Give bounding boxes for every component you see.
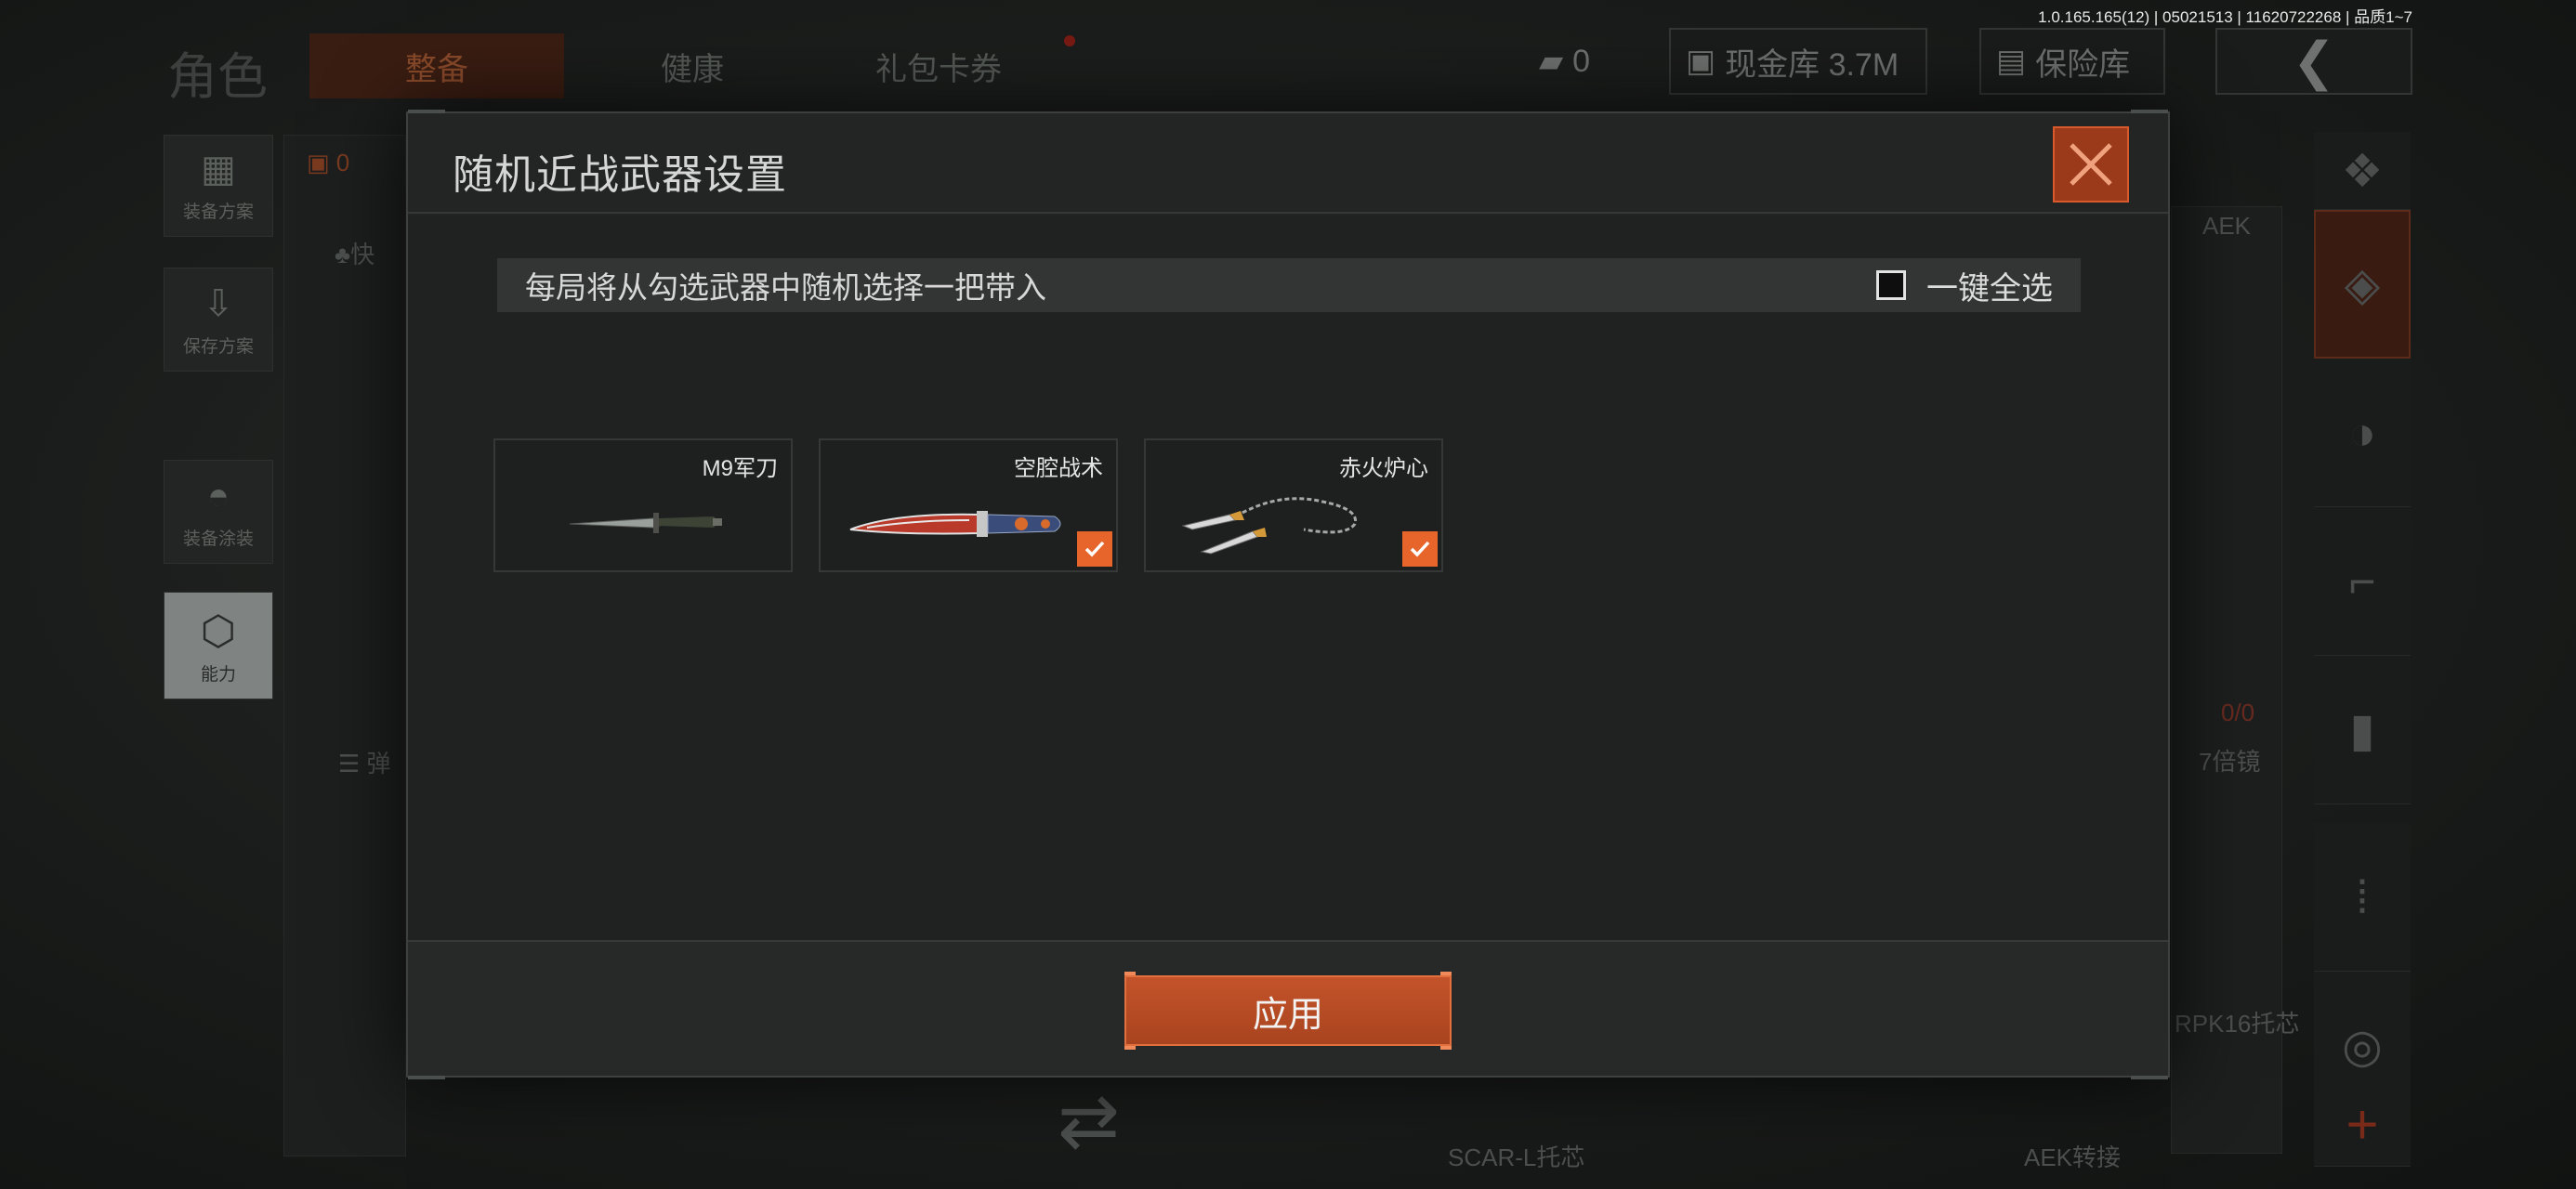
version-info: 1.0.165.165(12) | 05021513 | 11620722268… xyxy=(2038,8,2412,26)
button-accent xyxy=(1440,1046,1452,1050)
weapon-card-chain-kunai[interactable]: 赤火炉心 xyxy=(1144,438,1443,572)
game-screen: 1.0.165.165(12) | 05021513 | 11620722268… xyxy=(0,0,2576,1189)
vault-button[interactable]: ▤ 保险库 xyxy=(1979,28,2165,95)
slot-rifle-icon[interactable]: ⌐ xyxy=(2314,507,2411,656)
currency-count: 0 xyxy=(1572,43,1591,79)
back-arrow-icon: ❮ xyxy=(2292,32,2336,90)
ammo-label: ☰ 弹 xyxy=(338,750,391,777)
save-plan-label: 保存方案 xyxy=(182,337,254,357)
gear-skin-label: 装备涂装 xyxy=(182,529,254,549)
ammo-list-icon: ☰ xyxy=(338,750,367,777)
scope-label: 7倍镜 xyxy=(2199,748,2261,776)
save-plan-button[interactable]: ⇩ 保存方案 xyxy=(164,268,273,372)
add-slot-icon[interactable]: + xyxy=(2314,1083,2411,1167)
slot-magazine-icon[interactable]: ▮ xyxy=(2314,656,2411,804)
page-title: 角色 xyxy=(167,49,268,105)
slot-helmet-icon[interactable]: ◑ xyxy=(2314,359,2411,507)
info-bar: 每局将从勾选武器中随机选择一把带入 一键全选 xyxy=(497,258,2081,312)
combat-knife-icon xyxy=(569,513,722,533)
bottom-label-2: AEK转接 xyxy=(2024,1143,2122,1171)
select-all-label: 一键全选 xyxy=(1926,270,2053,307)
vault-label: 保险库 xyxy=(2035,46,2131,83)
ability-hex-icon: ⬡ xyxy=(200,608,237,654)
ability-button[interactable]: ⬡ 能力 xyxy=(164,592,273,699)
select-all-checkbox[interactable] xyxy=(1876,270,1906,300)
grip-label: RPK16托芯 xyxy=(2175,1010,2300,1038)
dialog-title: 随机近战武器设置 xyxy=(453,152,787,198)
cash-store-icon: ▣ xyxy=(1686,44,1716,79)
weapon-list: M9军刀 空腔战术 赤火炉心 xyxy=(493,438,1443,572)
armor-icon: ▣ xyxy=(307,149,336,176)
select-all-toggle[interactable]: 一键全选 xyxy=(1876,258,2053,312)
loadout-plan-button[interactable]: ▦ 装备方案 xyxy=(164,135,273,237)
weapon-card-m9[interactable]: M9军刀 xyxy=(493,438,793,572)
random-melee-dialog: 随机近战武器设置 每局将从勾选武器中随机选择一把带入 一键全选 M9军刀 空腔战… xyxy=(406,110,2170,1079)
gear-skin-button[interactable]: ◓ 装备涂装 xyxy=(164,460,273,564)
shuffle-icon[interactable]: ⇄ xyxy=(1058,1078,1120,1164)
vest-icon: ▦ xyxy=(201,149,236,189)
cash-store-button[interactable]: ▣ 现金库 3.7M xyxy=(1669,28,1927,95)
weapon-checkbox[interactable] xyxy=(1077,531,1112,567)
apply-button[interactable]: 应用 xyxy=(1124,975,1452,1046)
loadout-plan-label: 装备方案 xyxy=(182,203,254,222)
button-accent xyxy=(1440,972,1452,975)
close-icon xyxy=(2070,143,2112,186)
cash-stack-icon: ▰ xyxy=(1539,44,1564,79)
ammo-ratio: 0/0 xyxy=(2221,699,2255,726)
notification-dot xyxy=(1064,35,1075,46)
weapon-name: 赤火炉心 xyxy=(1339,456,1428,481)
chain-kunai-icon xyxy=(1181,497,1358,555)
ability-label: 能力 xyxy=(200,665,236,685)
armor-count: ▣ 0 xyxy=(307,149,350,176)
equipment-column xyxy=(283,135,406,1156)
weapon-checkbox[interactable] xyxy=(1402,531,1438,567)
weapon-name: 空腔战术 xyxy=(1014,456,1103,481)
weapon-card-tactical[interactable]: 空腔战术 xyxy=(819,438,1118,572)
back-button[interactable]: ❮ xyxy=(2215,28,2412,95)
close-button[interactable] xyxy=(2053,126,2129,203)
right-weapon-name: AEK xyxy=(2202,212,2252,240)
info-text: 每局将从勾选武器中随机选择一把带入 xyxy=(525,270,1046,305)
tab-health[interactable]: 健康 xyxy=(595,33,790,98)
dialog-footer: 应用 xyxy=(408,940,2168,1076)
tactical-knife-icon xyxy=(849,511,1061,537)
bottom-label-1: SCAR-L托芯 xyxy=(1448,1143,1585,1171)
weapon-name: M9军刀 xyxy=(702,456,778,481)
apply-label: 应用 xyxy=(1252,995,1323,1035)
dialog-header: 随机近战武器设置 xyxy=(408,113,2168,214)
download-icon: ⇩ xyxy=(203,283,234,324)
checkmark-icon xyxy=(1084,541,1105,557)
slot-bullet-icon[interactable]: ⁞ xyxy=(2314,823,2411,972)
vault-icon: ▤ xyxy=(1996,44,2027,79)
tab-gift-vouchers[interactable]: 礼包卡券 xyxy=(818,33,1059,98)
currency-display: ▰ 0 xyxy=(1524,28,1605,95)
quick-label: ♣快 xyxy=(335,241,375,268)
button-accent xyxy=(1124,1046,1136,1050)
tab-gear[interactable]: 整备 xyxy=(309,33,564,98)
checkmark-icon xyxy=(1410,541,1430,557)
slot-layers-icon[interactable]: ◈ xyxy=(2314,210,2411,359)
helmet-icon: ◓ xyxy=(206,476,230,516)
cash-store-label: 现金库 3.7M xyxy=(1725,46,1899,83)
dialog-body: 每局将从勾选武器中随机选择一把带入 一键全选 M9军刀 空腔战术 赤火炉心 xyxy=(408,216,2168,940)
button-accent xyxy=(1124,972,1136,975)
reload-stack-icon[interactable]: ❖ xyxy=(2314,132,2411,210)
shirt-icon: ♣ xyxy=(335,241,351,268)
